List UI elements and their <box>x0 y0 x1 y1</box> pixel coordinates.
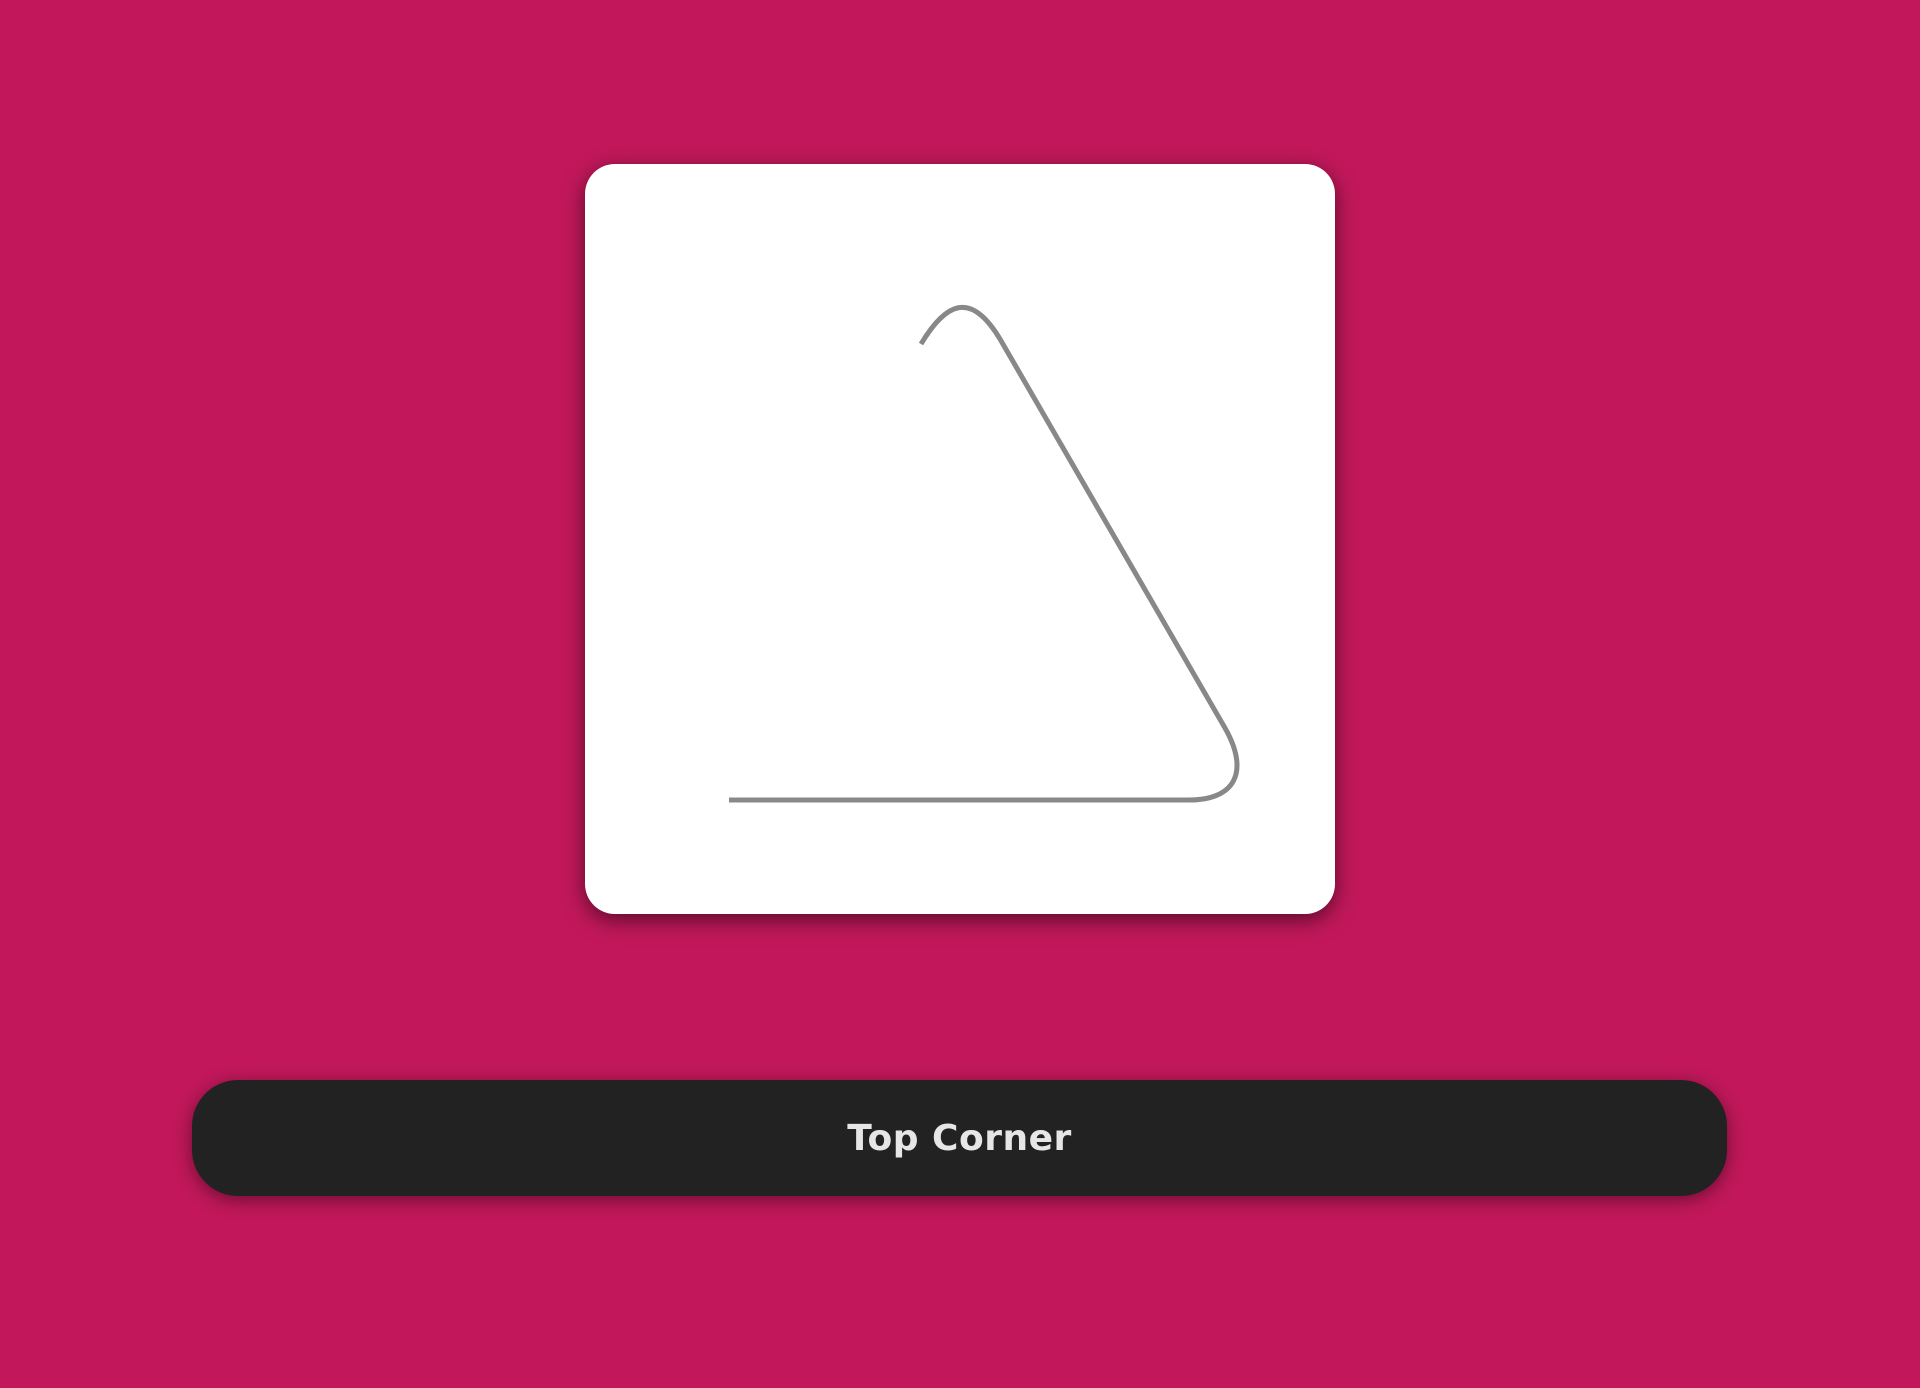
top-corner-button-label: Top Corner <box>847 1117 1072 1159</box>
triangle-stroke-canvas <box>729 304 1240 803</box>
triangle-stroke-path <box>729 304 1240 803</box>
top-corner-button[interactable]: Top Corner <box>192 1080 1727 1196</box>
drawing-card <box>585 164 1335 914</box>
page: { "theme": { "background_color": "#c2185… <box>0 0 1920 1388</box>
